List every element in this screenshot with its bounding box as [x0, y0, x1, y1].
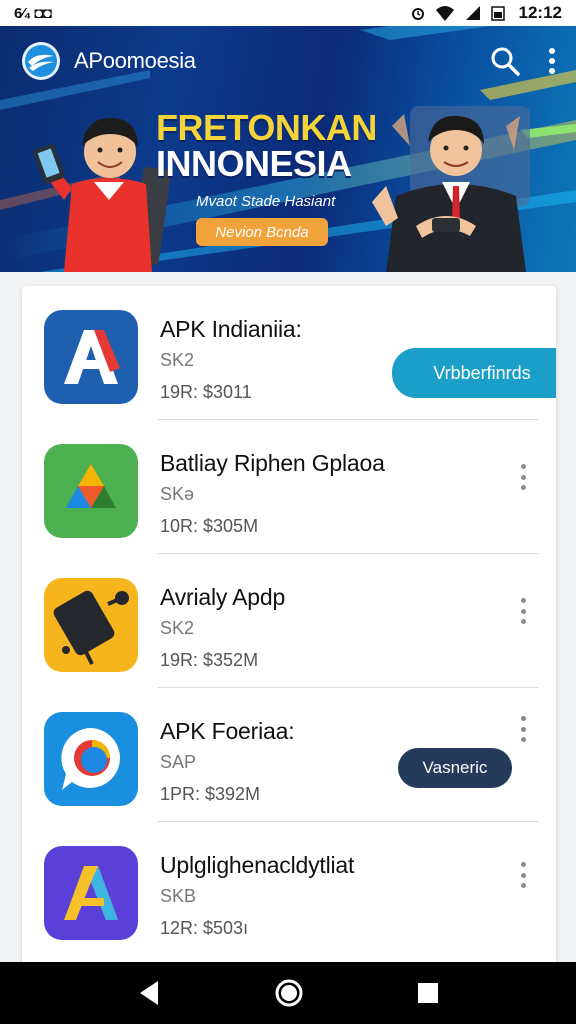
status-left-text: 6⁄₄ ◘◘	[14, 4, 52, 22]
list-item[interactable]: Uplglighenacldytliat SKB 12R: $503ı	[22, 822, 556, 956]
banner-person-right	[372, 106, 530, 272]
recents-icon[interactable]	[416, 981, 440, 1005]
more-vert-icon[interactable]	[518, 464, 528, 490]
banner-title-line2: INNONESIA	[156, 143, 352, 184]
more-vert-icon[interactable]	[518, 862, 528, 888]
wifi-icon	[435, 6, 454, 21]
list-item[interactable]: APK Foeriaa: SAP 1PR: $392M Vasneric	[22, 688, 556, 822]
app-size: SKB	[160, 886, 197, 906]
app-meta: 19R: $3011	[160, 382, 252, 402]
app-list-card: APK Indianiia: SK2 19R: $3011 Vrbberfinr…	[22, 286, 556, 976]
list-item[interactable]: Batliay Riphen Gplaoa SKə 10R: $305M	[22, 420, 556, 554]
more-vert-icon[interactable]	[518, 716, 528, 742]
back-icon[interactable]	[136, 979, 162, 1007]
status-bar: 6⁄₄ ◘◘ 12:12	[0, 0, 576, 26]
search-icon[interactable]	[490, 46, 520, 76]
app-name: APK Foeriaa:	[160, 718, 295, 744]
app-size: SKə	[160, 484, 195, 504]
banner-title-line1: FRETONKAN	[156, 107, 377, 148]
app-meta: 1PR: $392M	[160, 784, 261, 804]
home-icon[interactable]	[274, 978, 304, 1008]
signal-icon	[465, 6, 480, 20]
banner-title: FRETONKAN INNONESIA	[156, 110, 386, 182]
list-item[interactable]: APK Indianiia: SK2 19R: $3011 Vrbberfinr…	[22, 286, 556, 420]
app-name: Batliay Riphen Gplaoa	[160, 450, 385, 476]
app-size: SK2	[160, 618, 195, 638]
app-size: SAP	[160, 752, 197, 772]
app-icon-chat-bubble	[44, 712, 138, 806]
app-meta: 12R: $503ı	[160, 918, 249, 938]
app-size: SK2	[160, 350, 195, 370]
header-area: 6⁄₄ ◘◘ 12:12 APoomoesia FRETONKAN INNONE…	[0, 0, 576, 272]
app-title: APoomoesia	[74, 48, 196, 73]
banner-cta-button[interactable]: Nevion Bcnda	[196, 218, 328, 246]
app-meta: 10R: $305M	[160, 516, 259, 536]
app-icon-drive	[44, 444, 138, 538]
app-name: APK Indianiia:	[160, 316, 302, 342]
system-nav-bar	[0, 962, 576, 1024]
app-name: Uplglighenacldytliat	[160, 852, 355, 878]
logo-wave-icon	[25, 45, 57, 77]
app-logo	[22, 42, 60, 80]
alarm-icon	[411, 8, 424, 20]
app-meta: 19R: $352M	[160, 650, 259, 670]
more-vert-icon[interactable]	[518, 598, 528, 624]
app-name: Avrialy Apdp	[160, 584, 286, 610]
app-icon-a-gradient	[44, 846, 138, 940]
list-item[interactable]: Avrialy Apdp SK2 19R: $352M	[22, 554, 556, 688]
app-action-button[interactable]: Vrbberfinrds	[392, 348, 556, 398]
banner-subtitle: Mvaot Stade Hasiant	[196, 193, 336, 210]
more-vert-icon[interactable]	[548, 47, 556, 75]
status-time: 12:12	[518, 3, 562, 22]
battery-icon	[490, 6, 505, 21]
app-icon-phone-gimbal	[44, 578, 138, 672]
app-action-button[interactable]: Vasneric	[398, 748, 512, 788]
app-icon-a-red	[44, 310, 138, 404]
